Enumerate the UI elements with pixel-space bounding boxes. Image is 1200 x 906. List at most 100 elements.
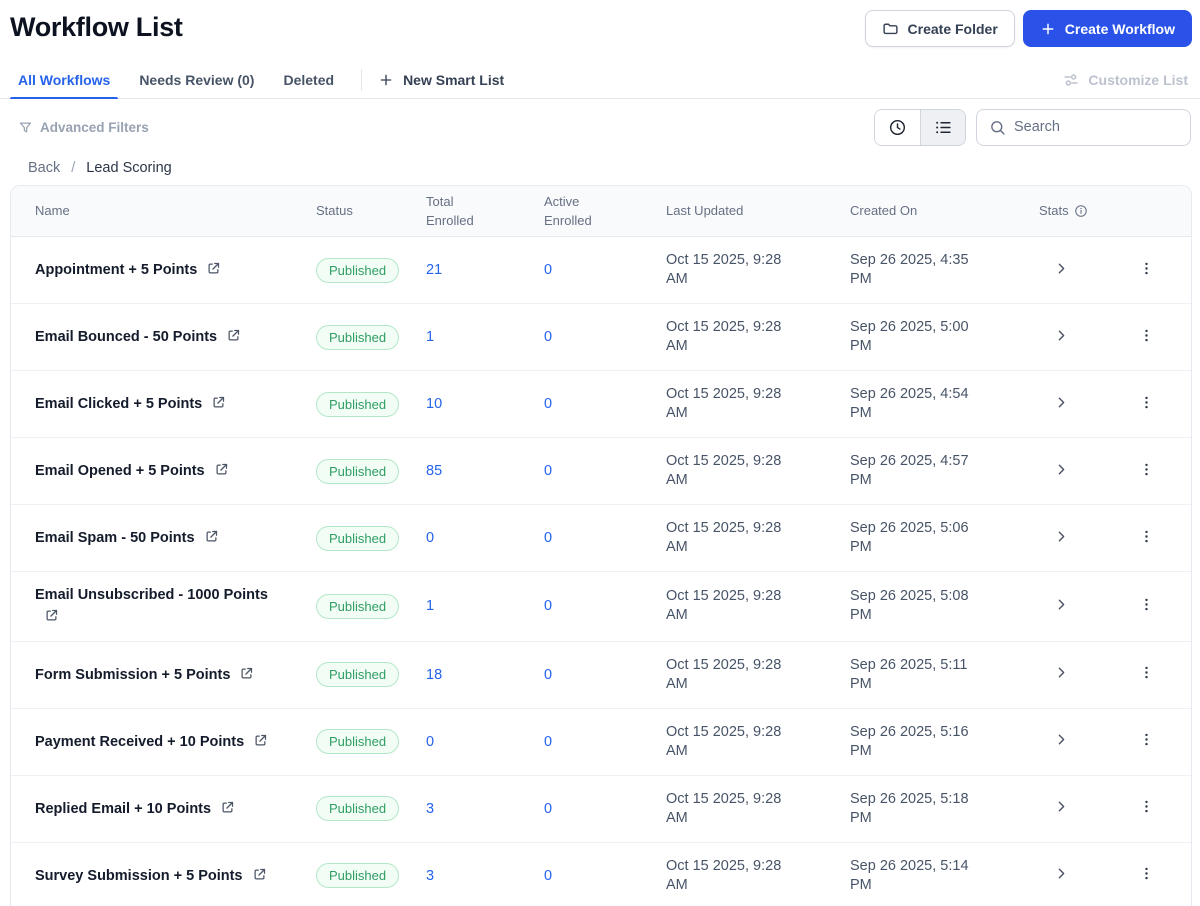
- active-enrolled-value[interactable]: 0: [531, 463, 656, 479]
- status-cell: Published: [306, 324, 416, 350]
- total-enrolled-value[interactable]: 1: [416, 598, 531, 614]
- workflow-name-link[interactable]: Email Bounced - 50 Points: [35, 329, 217, 345]
- kebab-menu-icon[interactable]: [1138, 528, 1155, 545]
- external-link-icon[interactable]: [214, 462, 229, 477]
- kebab-menu-icon[interactable]: [1138, 664, 1155, 681]
- tab-needs-review[interactable]: Needs Review (0): [131, 62, 262, 98]
- kebab-menu-icon[interactable]: [1138, 865, 1155, 882]
- external-link-icon[interactable]: [211, 395, 226, 410]
- active-enrolled-value[interactable]: 0: [531, 396, 656, 412]
- active-enrolled-value[interactable]: 0: [531, 329, 656, 345]
- chevron-right-icon[interactable]: [1053, 865, 1070, 882]
- total-enrolled-value[interactable]: 1: [416, 329, 531, 345]
- last-updated-cell: Oct 15 2025, 9:28 AM: [656, 723, 839, 762]
- status-badge: Published: [316, 729, 400, 755]
- workflow-name-link[interactable]: Form Submission + 5 Points: [35, 667, 230, 683]
- external-link-icon[interactable]: [204, 529, 219, 544]
- active-enrolled-value[interactable]: 0: [531, 868, 656, 884]
- kebab-menu-icon[interactable]: [1138, 798, 1155, 815]
- workflow-name-link[interactable]: Replied Email + 10 Points: [35, 801, 211, 817]
- active-enrolled-value[interactable]: 0: [531, 734, 656, 750]
- total-enrolled-value[interactable]: 0: [416, 530, 531, 546]
- kebab-menu-icon[interactable]: [1138, 596, 1155, 613]
- kebab-menu-icon[interactable]: [1138, 327, 1155, 344]
- create-folder-button[interactable]: Create Folder: [864, 10, 1015, 47]
- chevron-right-icon[interactable]: [1053, 394, 1070, 411]
- stats-cell: [1021, 327, 1111, 348]
- workflow-name-link[interactable]: Email Clicked + 5 Points: [35, 396, 202, 412]
- chevron-right-icon[interactable]: [1053, 260, 1070, 277]
- workflow-name-link[interactable]: Survey Submission + 5 Points: [35, 868, 243, 884]
- created-on-cell: Sep 26 2025, 5:14 PM: [839, 857, 1021, 896]
- total-enrolled-value[interactable]: 85: [416, 463, 531, 479]
- plus-icon: [378, 72, 394, 88]
- external-link-icon[interactable]: [44, 608, 59, 623]
- status-badge: Published: [316, 593, 400, 619]
- funnel-icon: [18, 120, 33, 135]
- list-icon: [934, 118, 953, 137]
- external-link-icon[interactable]: [239, 666, 254, 681]
- last-updated-cell: Oct 15 2025, 9:28 AM: [656, 857, 839, 896]
- total-enrolled-value[interactable]: 3: [416, 801, 531, 817]
- kebab-menu-icon[interactable]: [1138, 731, 1155, 748]
- breadcrumb-back-link[interactable]: Back: [28, 160, 60, 176]
- column-header-active-enrolled: Active Enrolled: [544, 193, 592, 229]
- topbar-actions: Create Folder Create Workflow: [864, 10, 1192, 47]
- create-workflow-button[interactable]: Create Workflow: [1022, 10, 1192, 47]
- advanced-filters-button[interactable]: Advanced Filters: [18, 120, 149, 135]
- stats-cell: [1021, 461, 1111, 482]
- workflow-name-link[interactable]: Email Opened + 5 Points: [35, 463, 205, 479]
- chevron-right-icon[interactable]: [1053, 664, 1070, 681]
- history-view-button[interactable]: [875, 109, 920, 145]
- total-enrolled-value[interactable]: 21: [416, 262, 531, 278]
- workflow-name-link[interactable]: Email Spam - 50 Points: [35, 530, 195, 546]
- tab-needs-review-label: Needs Review (0): [139, 72, 255, 88]
- active-enrolled-value[interactable]: 0: [531, 801, 656, 817]
- workflow-name-cell: Payment Received + 10 Points: [11, 719, 306, 765]
- chevron-right-icon[interactable]: [1053, 327, 1070, 344]
- active-enrolled-value[interactable]: 0: [531, 262, 656, 278]
- total-enrolled-value[interactable]: 3: [416, 868, 531, 884]
- search-box: [976, 108, 1191, 146]
- list-view-button[interactable]: [920, 109, 965, 145]
- customize-list-button[interactable]: Customize List: [1062, 71, 1190, 89]
- tab-deleted[interactable]: Deleted: [275, 62, 342, 98]
- total-enrolled-value[interactable]: 18: [416, 667, 531, 683]
- workflow-name-link[interactable]: Email Unsubscribed - 1000 Points: [35, 587, 268, 603]
- column-header-name: Name: [35, 203, 70, 219]
- status-cell: Published: [306, 729, 416, 755]
- chevron-right-icon[interactable]: [1053, 461, 1070, 478]
- external-link-icon[interactable]: [252, 867, 267, 882]
- external-link-icon[interactable]: [206, 261, 221, 276]
- search-input[interactable]: [1014, 119, 1178, 135]
- breadcrumb-current-folder: Lead Scoring: [86, 160, 172, 176]
- total-enrolled-value[interactable]: 0: [416, 734, 531, 750]
- active-enrolled-value[interactable]: 0: [531, 667, 656, 683]
- chevron-right-icon[interactable]: [1053, 528, 1070, 545]
- workflow-name-link[interactable]: Payment Received + 10 Points: [35, 734, 244, 750]
- external-link-icon[interactable]: [220, 800, 235, 815]
- page-title: Workflow List: [10, 12, 183, 42]
- tab-all-workflows[interactable]: All Workflows: [10, 62, 119, 99]
- kebab-menu-icon[interactable]: [1138, 461, 1155, 478]
- workflow-name-cell: Form Submission + 5 Points: [11, 652, 306, 698]
- new-smart-list-button[interactable]: New Smart List: [378, 72, 504, 88]
- info-icon[interactable]: [1074, 204, 1088, 218]
- external-link-icon[interactable]: [226, 328, 241, 343]
- kebab-menu-icon[interactable]: [1138, 260, 1155, 277]
- plus-icon: [1040, 21, 1056, 37]
- status-badge: Published: [316, 324, 400, 350]
- kebab-menu-icon[interactable]: [1138, 394, 1155, 411]
- active-enrolled-value[interactable]: 0: [531, 598, 656, 614]
- external-link-icon[interactable]: [253, 733, 268, 748]
- last-updated-value: Oct 15 2025, 9:28 AM: [666, 452, 782, 488]
- tab-all-workflows-label: All Workflows: [18, 72, 111, 88]
- workflow-name-link[interactable]: Appointment + 5 Points: [35, 262, 197, 278]
- row-menu-cell: [1111, 664, 1191, 685]
- chevron-right-icon[interactable]: [1053, 596, 1070, 613]
- chevron-right-icon[interactable]: [1053, 798, 1070, 815]
- active-enrolled-value[interactable]: 0: [531, 530, 656, 546]
- created-on-cell: Sep 26 2025, 5:06 PM: [839, 519, 1021, 558]
- chevron-right-icon[interactable]: [1053, 731, 1070, 748]
- total-enrolled-value[interactable]: 10: [416, 396, 531, 412]
